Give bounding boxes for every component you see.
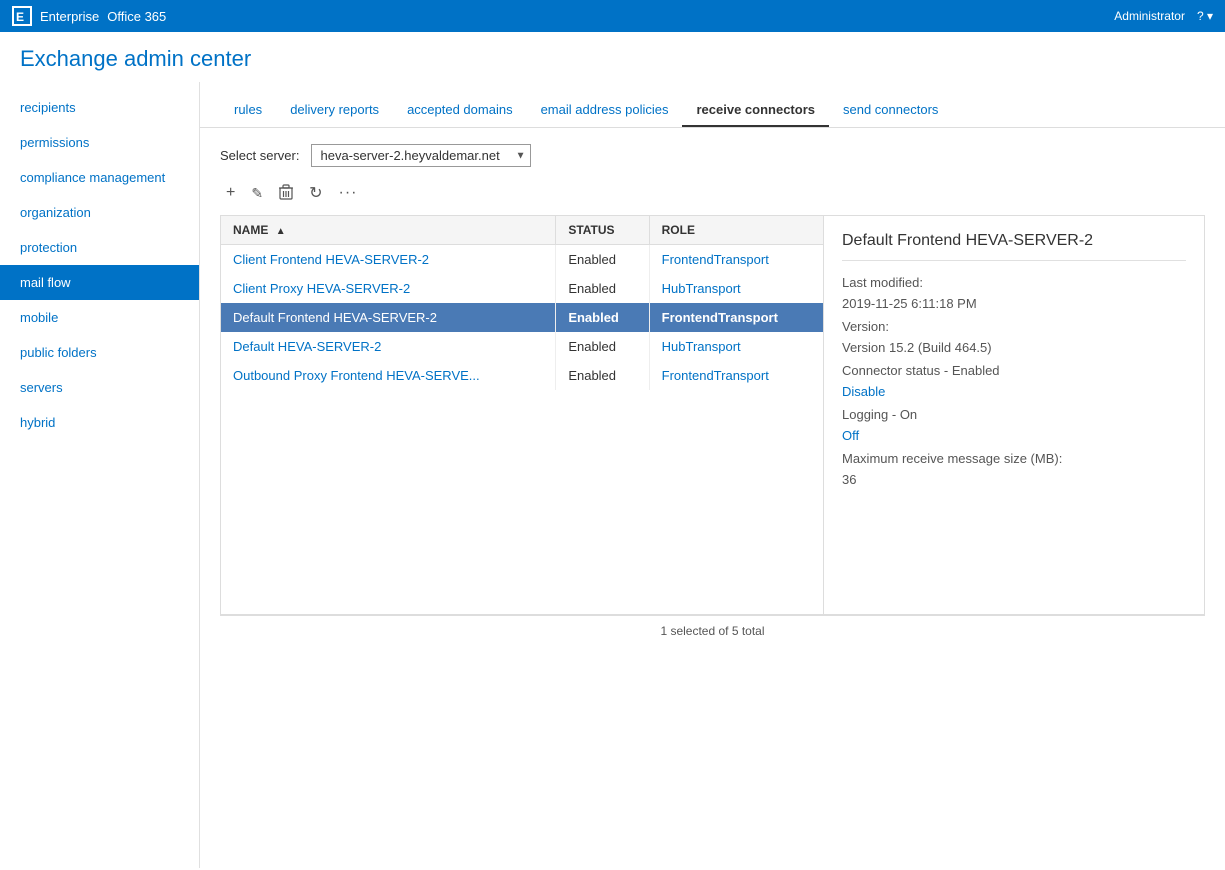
detail-last-modified-label: Last modified: xyxy=(842,275,1186,290)
server-select-label: Select server: xyxy=(220,148,299,163)
table-row[interactable]: Default Frontend HEVA-SERVER-2 Enabled F… xyxy=(221,303,823,332)
table-container: NAME ▲ STATUS ROLE Client Frontend HEVA-… xyxy=(220,215,1205,615)
row-status: Enabled xyxy=(556,245,649,275)
row-status: Enabled xyxy=(556,274,649,303)
server-select-dropdown[interactable]: heva-server-2.heyvaldemar.net xyxy=(311,144,531,167)
tab-send-connectors[interactable]: send connectors xyxy=(829,96,952,127)
detail-title: Default Frontend HEVA-SERVER-2 xyxy=(842,232,1186,261)
tab-accepted-domains[interactable]: accepted domains xyxy=(393,96,527,127)
col-role[interactable]: ROLE xyxy=(649,216,823,245)
col-status[interactable]: STATUS xyxy=(556,216,649,245)
detail-last-modified-value: 2019-11-25 6:11:18 PM xyxy=(842,296,1186,311)
row-role: HubTransport xyxy=(649,274,823,303)
connector-table: NAME ▲ STATUS ROLE Client Frontend HEVA-… xyxy=(221,216,823,390)
status-text: 1 selected of 5 total xyxy=(660,624,764,638)
off-link[interactable]: Off xyxy=(842,428,859,443)
detail-max-size-label: Maximum receive message size (MB): xyxy=(842,451,1186,466)
detail-panel: Default Frontend HEVA-SERVER-2 Last modi… xyxy=(824,216,1204,614)
main-layout: recipients permissions compliance manage… xyxy=(0,82,1225,868)
content-area: Select server: heva-server-2.heyvaldemar… xyxy=(200,128,1225,662)
row-name: Default HEVA-SERVER-2 xyxy=(221,332,556,361)
server-select-wrapper[interactable]: heva-server-2.heyvaldemar.net ▼ xyxy=(311,144,531,167)
detail-version-label: Version: xyxy=(842,319,1186,334)
app-logo: E xyxy=(12,6,32,26)
row-role: HubTransport xyxy=(649,332,823,361)
sidebar-item-organization[interactable]: organization xyxy=(0,195,199,230)
delete-button[interactable] xyxy=(273,180,299,207)
sub-nav: rules delivery reports accepted domains … xyxy=(200,82,1225,128)
main-content: rules delivery reports accepted domains … xyxy=(200,82,1225,868)
row-status: Enabled xyxy=(556,303,649,332)
toolbar: + ✎ ↻ ··· xyxy=(220,179,1205,207)
top-bar-right: Administrator ? ▾ xyxy=(1114,9,1213,23)
detail-max-size-value: 36 xyxy=(842,472,1186,487)
row-name: Client Proxy HEVA-SERVER-2 xyxy=(221,274,556,303)
table-row[interactable]: Default HEVA-SERVER-2 Enabled HubTranspo… xyxy=(221,332,823,361)
svg-text:E: E xyxy=(16,10,24,24)
detail-version-value: Version 15.2 (Build 464.5) xyxy=(842,340,1186,355)
detail-logging-label: Logging - On xyxy=(842,407,1186,422)
more-button[interactable]: ··· xyxy=(332,180,363,206)
col-name[interactable]: NAME ▲ xyxy=(221,216,556,245)
detail-off-row: Off xyxy=(842,428,1186,443)
sidebar-item-compliance-management[interactable]: compliance management xyxy=(0,160,199,195)
table-row[interactable]: Client Frontend HEVA-SERVER-2 Enabled Fr… xyxy=(221,245,823,275)
sidebar-item-public-folders[interactable]: public folders xyxy=(0,335,199,370)
sidebar-item-servers[interactable]: servers xyxy=(0,370,199,405)
detail-disable-row: Disable xyxy=(842,384,1186,399)
row-status: Enabled xyxy=(556,361,649,390)
sidebar-item-mobile[interactable]: mobile xyxy=(0,300,199,335)
table-row[interactable]: Outbound Proxy Frontend HEVA-SERVE... En… xyxy=(221,361,823,390)
connector-list: NAME ▲ STATUS ROLE Client Frontend HEVA-… xyxy=(221,216,824,614)
row-role: FrontendTransport xyxy=(649,303,823,332)
refresh-button[interactable]: ↻ xyxy=(303,179,328,207)
tab-delivery-reports[interactable]: delivery reports xyxy=(276,96,393,127)
tab-receive-connectors[interactable]: receive connectors xyxy=(682,96,829,127)
server-select-row: Select server: heva-server-2.heyvaldemar… xyxy=(220,144,1205,167)
row-status: Enabled xyxy=(556,332,649,361)
row-role: FrontendTransport xyxy=(649,361,823,390)
tab-rules[interactable]: rules xyxy=(220,96,276,127)
detail-connector-status: Connector status - Enabled xyxy=(842,363,1186,378)
sidebar-item-permissions[interactable]: permissions xyxy=(0,125,199,160)
sidebar-item-recipients[interactable]: recipients xyxy=(0,90,199,125)
row-name: Client Frontend HEVA-SERVER-2 xyxy=(221,245,556,275)
help-icon[interactable]: ? ▾ xyxy=(1197,9,1213,23)
table-header: NAME ▲ STATUS ROLE xyxy=(221,216,823,245)
sort-asc-icon: ▲ xyxy=(276,226,286,237)
row-name: Default Frontend HEVA-SERVER-2 xyxy=(221,303,556,332)
app-enterprise: Enterprise xyxy=(40,9,99,24)
row-name: Outbound Proxy Frontend HEVA-SERVE... xyxy=(221,361,556,390)
sidebar-item-mail-flow[interactable]: mail flow xyxy=(0,265,199,300)
app-office365: Office 365 xyxy=(107,9,166,24)
add-button[interactable]: + xyxy=(220,180,241,206)
page-title: Exchange admin center xyxy=(0,32,1225,82)
table-row[interactable]: Client Proxy HEVA-SERVER-2 Enabled HubTr… xyxy=(221,274,823,303)
row-role: FrontendTransport xyxy=(649,245,823,275)
connector-rows: Client Frontend HEVA-SERVER-2 Enabled Fr… xyxy=(221,245,823,391)
top-bar-left: E Enterprise Office 365 xyxy=(12,6,166,26)
edit-button[interactable]: ✎ xyxy=(245,181,269,206)
sidebar: recipients permissions compliance manage… xyxy=(0,82,200,868)
sidebar-item-protection[interactable]: protection xyxy=(0,230,199,265)
user-label[interactable]: Administrator xyxy=(1114,9,1185,23)
top-bar: E Enterprise Office 365 Administrator ? … xyxy=(0,0,1225,32)
sidebar-item-hybrid[interactable]: hybrid xyxy=(0,405,199,440)
disable-link[interactable]: Disable xyxy=(842,384,885,399)
tab-email-address-policies[interactable]: email address policies xyxy=(527,96,683,127)
status-bar: 1 selected of 5 total xyxy=(220,615,1205,646)
